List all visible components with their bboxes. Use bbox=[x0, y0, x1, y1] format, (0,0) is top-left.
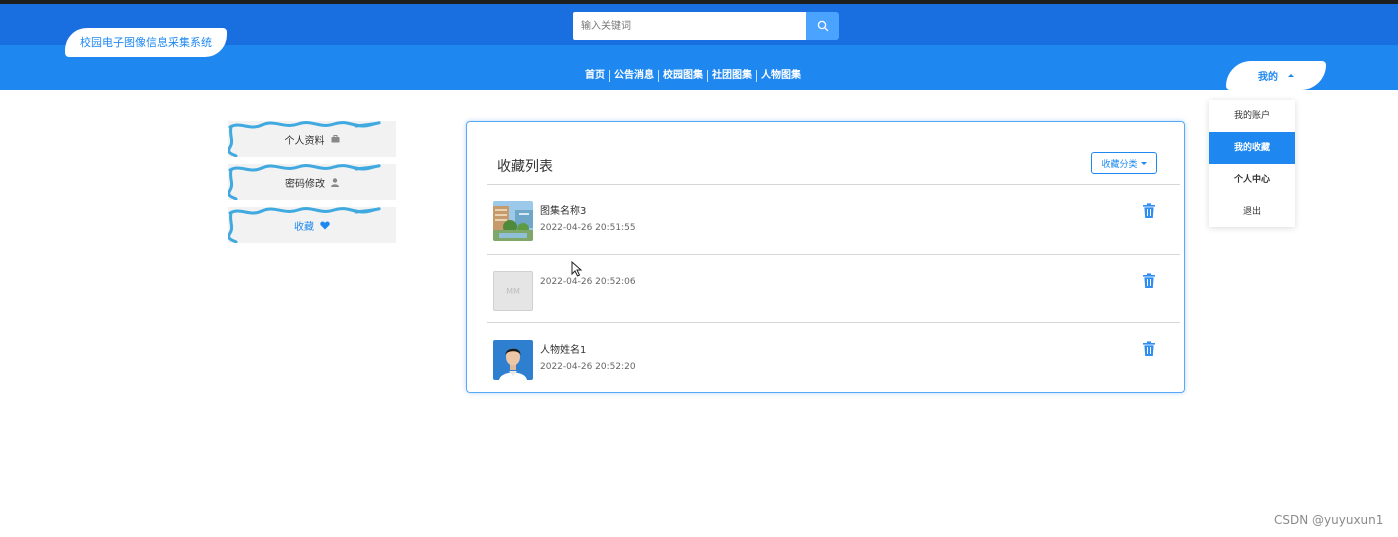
favorite-title[interactable]: 图集名称3 bbox=[540, 202, 586, 217]
placeholder-thumbnail-text: MM bbox=[506, 286, 520, 296]
menu-item-logout[interactable]: 退出 bbox=[1209, 196, 1295, 228]
category-label: 收藏分类 bbox=[1101, 159, 1138, 170]
menu-item-my-favorites[interactable]: 我的收藏 bbox=[1209, 132, 1295, 164]
sidebar-item-favorites[interactable]: 收藏 bbox=[228, 207, 396, 243]
divider bbox=[487, 254, 1180, 255]
mouse-cursor-icon bbox=[571, 261, 583, 277]
nav-home[interactable]: 首页 bbox=[581, 69, 609, 83]
nav-people-gallery[interactable]: 人物图集 bbox=[757, 69, 805, 83]
main-nav: 首页 公告消息 校园图集 社团图集 人物图集 bbox=[581, 68, 805, 84]
sidebar-item-password[interactable]: 密码修改 bbox=[228, 164, 396, 200]
user-menu-label: 我的 bbox=[1258, 72, 1278, 83]
divider bbox=[487, 322, 1180, 323]
favorite-thumbnail[interactable] bbox=[493, 201, 533, 241]
favorite-title[interactable]: 人物姓名1 bbox=[540, 341, 586, 356]
chevron-up-icon bbox=[1288, 74, 1294, 77]
user-icon bbox=[331, 177, 339, 187]
trash-icon[interactable] bbox=[1142, 273, 1156, 289]
user-dropdown-menu: 我的账户 我的收藏 个人中心 退出 bbox=[1209, 100, 1295, 227]
user-menu-button[interactable]: 我的 bbox=[1226, 61, 1326, 90]
favorites-panel: 收藏列表 收藏分类 图集名称3 2022-04-26 20:51:55 MM 2… bbox=[466, 121, 1185, 393]
nav-campus-gallery[interactable]: 校园图集 bbox=[659, 69, 707, 83]
menu-item-my-account[interactable]: 我的账户 bbox=[1209, 100, 1295, 132]
campus-photo bbox=[493, 201, 533, 241]
sidebar-item-label: 收藏 bbox=[294, 221, 314, 233]
nav-club-gallery[interactable]: 社团图集 bbox=[708, 69, 756, 83]
sidebar-item-profile[interactable]: 个人资料 bbox=[228, 121, 396, 157]
menu-item-personal-center[interactable]: 个人中心 bbox=[1209, 164, 1295, 196]
favorite-thumbnail[interactable]: MM bbox=[493, 271, 533, 311]
heart-icon bbox=[320, 221, 330, 229]
briefcase-icon bbox=[331, 135, 339, 143]
sidebar-item-label: 密码修改 bbox=[285, 178, 325, 190]
sidebar-item-label: 个人资料 bbox=[284, 135, 325, 147]
trash-icon[interactable] bbox=[1142, 203, 1156, 219]
search-button[interactable] bbox=[806, 12, 839, 40]
portrait-photo bbox=[493, 340, 533, 380]
favorites-category-dropdown[interactable]: 收藏分类 bbox=[1091, 152, 1157, 174]
favorite-timestamp: 2022-04-26 20:51:55 bbox=[540, 223, 636, 233]
trash-icon[interactable] bbox=[1142, 341, 1156, 357]
panel-title: 收藏列表 bbox=[497, 159, 553, 175]
site-logo[interactable]: 校园电子图像信息采集系统 bbox=[65, 28, 227, 57]
favorite-timestamp: 2022-04-26 20:52:20 bbox=[540, 362, 636, 372]
favorite-timestamp: 2022-04-26 20:52:06 bbox=[540, 277, 636, 287]
divider bbox=[487, 184, 1180, 185]
search-icon bbox=[817, 20, 828, 32]
nav-announcements[interactable]: 公告消息 bbox=[610, 69, 658, 83]
watermark-text: CSDN @yuyuxun1 bbox=[1274, 513, 1384, 527]
favorite-thumbnail[interactable] bbox=[493, 340, 533, 380]
search-input[interactable] bbox=[573, 12, 806, 40]
chevron-down-icon bbox=[1140, 161, 1147, 165]
